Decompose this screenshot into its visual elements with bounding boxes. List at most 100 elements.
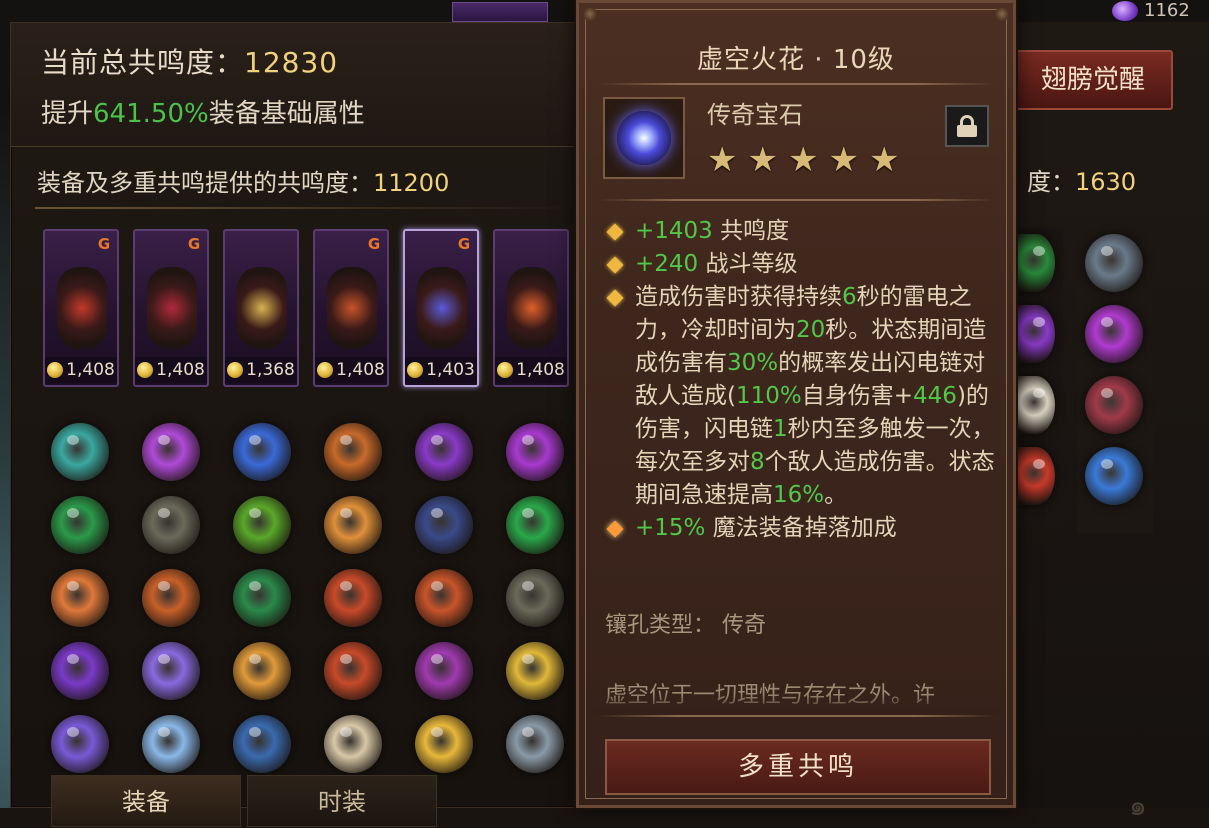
gem-icon[interactable]: [1085, 376, 1143, 434]
gem-tooltip: 虚空火花 · 10级 传奇宝石 ★ ★ ★ ★ ★ +1403 共鸣度 +240 战斗等…: [576, 0, 1016, 808]
diamond-bullet-icon: [606, 223, 624, 241]
gem-icon[interactable]: [233, 642, 291, 700]
equipment-score: 1,408: [135, 357, 207, 383]
lock-icon: [957, 115, 977, 137]
gem-icon[interactable]: [51, 423, 109, 481]
gem-icon[interactable]: [1085, 305, 1143, 363]
rune-icon: G: [367, 235, 381, 253]
resonance-panel: 当前总共鸣度：12830 提升641.50%装备基础属性 装备及多重共鸣提供的共…: [10, 22, 580, 827]
swirl-icon: ๑: [1129, 789, 1147, 822]
bottom-tabs: 装备 时装: [51, 775, 437, 827]
gem-icon[interactable]: [506, 496, 564, 554]
gem-icon[interactable]: [506, 642, 564, 700]
burst-bullet-icon: [606, 520, 624, 538]
star-icon: ★: [707, 140, 738, 180]
coin-icon: [47, 362, 64, 378]
tab-fashion[interactable]: 时装: [247, 775, 437, 827]
gem-icon[interactable]: [1085, 447, 1143, 505]
gem-icon[interactable]: [1017, 305, 1055, 363]
gem-icon[interactable]: [51, 496, 109, 554]
gem-icon[interactable]: [142, 496, 200, 554]
stat-magic-drop: +15% 魔法装备掉落加成: [606, 512, 997, 545]
purple-orb-icon: [1112, 0, 1138, 21]
equipment-art-icon: [237, 267, 287, 349]
coin-icon: [227, 362, 244, 378]
gem-icon[interactable]: [324, 569, 382, 627]
gem-title: 虚空火花 · 10级: [697, 45, 895, 75]
gem-icon[interactable]: [415, 423, 473, 481]
equipment-slot[interactable]: G 1,408: [313, 229, 389, 387]
gem-icon[interactable]: [1085, 234, 1143, 292]
gem-icon[interactable]: [233, 423, 291, 481]
equipment-resonance: 装备及多重共鸣提供的共鸣度：11200: [37, 169, 450, 197]
gem-icon[interactable]: [142, 715, 200, 773]
gem-icon[interactable]: [51, 642, 109, 700]
gem-icon[interactable]: [233, 715, 291, 773]
equipment-slot[interactable]: G 1,408: [133, 229, 209, 387]
rune-icon: G: [457, 235, 471, 253]
gem-icon[interactable]: [51, 715, 109, 773]
wing-panel: 翅膀觉醒 度：1630 ๑: [1012, 22, 1209, 822]
rune-icon: G: [97, 235, 111, 253]
corner-stud-icon: [995, 7, 1009, 21]
coin-icon: [317, 362, 334, 378]
star-icon: ★: [747, 140, 778, 180]
gem-icon[interactable]: [324, 423, 382, 481]
gem-rarity: 传奇宝石: [707, 101, 803, 129]
equipment-art-icon: [57, 267, 107, 349]
gem-icon[interactable]: [324, 496, 382, 554]
star-icon: ★: [828, 140, 859, 180]
top-currency: 1162: [1112, 0, 1190, 21]
total-resonance: 当前总共鸣度：12830: [41, 46, 339, 79]
divider: [599, 83, 995, 85]
gem-icon[interactable]: [324, 715, 382, 773]
equipment-art-icon: [327, 267, 377, 349]
gem-icon[interactable]: [1017, 376, 1055, 434]
stat-effect: 造成伤害时获得持续6秒的雷电之力，冷却时间为20秒。状态期间造成伤害有30%的概…: [606, 281, 997, 512]
star-icon: ★: [787, 140, 819, 180]
gem-icon[interactable]: [1017, 447, 1055, 505]
gem-icon[interactable]: [415, 642, 473, 700]
wing-awaken-button[interactable]: 翅膀觉醒: [1013, 50, 1173, 110]
divider: [35, 207, 575, 209]
gem-icon[interactable]: [142, 423, 200, 481]
top-purple-tab[interactable]: [452, 2, 548, 22]
gem-icon[interactable]: [233, 496, 291, 554]
gem-icon[interactable]: [324, 642, 382, 700]
socket-type: 镶孔类型： 传奇: [605, 613, 766, 638]
gem-icon[interactable]: [415, 569, 473, 627]
stat-resonance: +1403 共鸣度: [606, 215, 997, 248]
lock-button[interactable]: [945, 105, 989, 147]
gem-icon[interactable]: [415, 715, 473, 773]
equipment-art-icon: [507, 267, 557, 349]
equipment-score: 1,408: [495, 357, 567, 383]
equipment-slot[interactable]: 1,368: [223, 229, 299, 387]
gem-icon[interactable]: [506, 569, 564, 627]
gem-icon[interactable]: [1017, 234, 1055, 292]
wing-gem-column-1: [1017, 228, 1063, 528]
wing-gem-column-2: [1077, 228, 1153, 534]
equipment-slot[interactable]: 1,408: [493, 229, 569, 387]
wing-resonance: 度：1630: [1027, 168, 1137, 196]
stat-list: +1403 共鸣度 +240 战斗等级 造成伤害时获得持续6秒的雷电之力，冷却时…: [606, 215, 997, 545]
gem-icon[interactable]: [506, 715, 564, 773]
multi-resonance-button[interactable]: 多重共鸣: [605, 739, 991, 795]
star-rating: ★ ★ ★ ★ ★: [707, 143, 899, 177]
equipment-score: 1,408: [315, 357, 387, 383]
tab-equipment[interactable]: 装备: [51, 775, 241, 827]
gem-icon[interactable]: [142, 569, 200, 627]
lore-fade: [589, 693, 1003, 715]
gem-icon[interactable]: [233, 569, 291, 627]
equipment-score: 1,368: [225, 357, 297, 383]
gem-icon[interactable]: [415, 496, 473, 554]
diamond-bullet-icon: [606, 289, 624, 307]
gem-icon[interactable]: [142, 642, 200, 700]
coin-icon: [497, 362, 514, 378]
top-currency-value: 1162: [1144, 0, 1190, 21]
equipment-slot[interactable]: G 1,408: [43, 229, 119, 387]
equipment-slot[interactable]: G 1,403: [403, 229, 479, 387]
gem-icon-frame: [603, 97, 685, 179]
star-icon: ★: [868, 140, 900, 180]
gem-icon[interactable]: [506, 423, 564, 481]
gem-icon[interactable]: [51, 569, 109, 627]
